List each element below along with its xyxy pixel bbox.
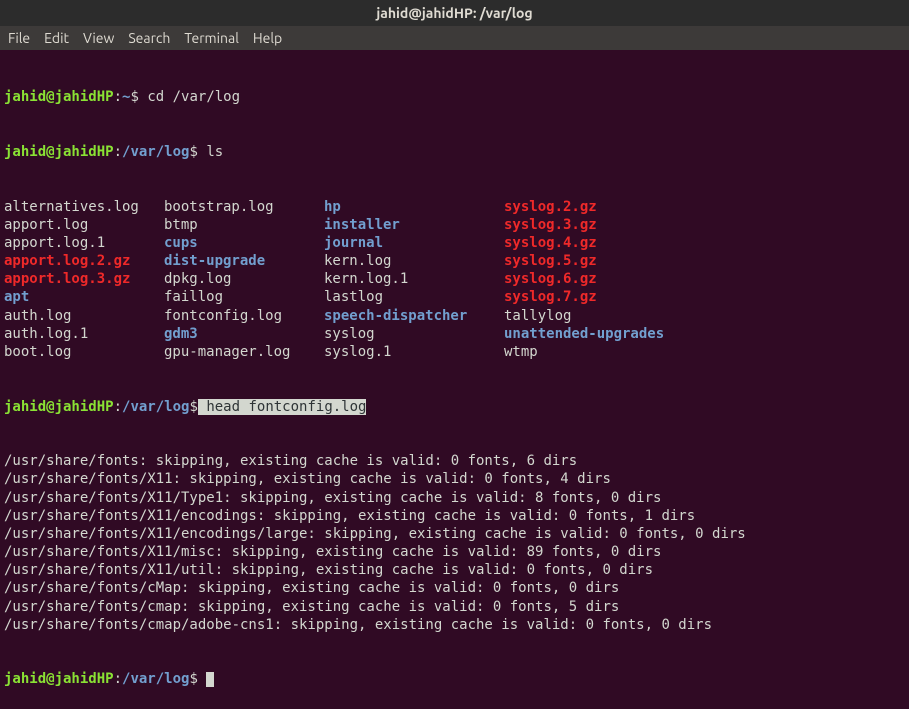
output-line: /usr/share/fonts/X11: skipping, existing… xyxy=(4,470,905,488)
ls-file: gdm3 xyxy=(164,325,324,343)
ls-file: alternatives.log xyxy=(4,198,164,216)
prompt-user-host: jahid@jahidHP xyxy=(4,144,114,160)
ls-file: syslog xyxy=(324,325,504,343)
prompt-path: /var/log xyxy=(122,144,189,160)
ls-file: bootstrap.log xyxy=(164,198,324,216)
prompt-line-ls: jahid@jahidHP:/var/log$ ls xyxy=(4,143,905,161)
command-cd: cd /var/log xyxy=(139,89,240,105)
ls-file: hp xyxy=(324,198,504,216)
prompt-line-head: jahid@jahidHP:/var/log$ head fontconfig.… xyxy=(4,398,905,416)
output-line: /usr/share/fonts: skipping, existing cac… xyxy=(4,452,905,470)
command-ls: ls xyxy=(198,144,223,160)
menu-bar: File Edit View Search Terminal Help xyxy=(0,26,909,50)
window-title: jahid@jahidHP: /var/log xyxy=(376,5,532,21)
ls-file: auth.log.1 xyxy=(4,325,164,343)
command-head: head fontconfig.log xyxy=(198,399,367,415)
menu-edit[interactable]: Edit xyxy=(44,30,69,46)
ls-file: apt xyxy=(4,288,164,306)
prompt-line-cd: jahid@jahidHP:~$ cd /var/log xyxy=(4,88,905,106)
ls-file: syslog.3.gz xyxy=(504,216,905,234)
ls-file: apport.log.3.gz xyxy=(4,270,164,288)
ls-file: kern.log xyxy=(324,252,504,270)
ls-file: tallylog xyxy=(504,307,905,325)
ls-file: syslog.4.gz xyxy=(504,234,905,252)
terminal-body[interactable]: jahid@jahidHP:~$ cd /var/log jahid@jahid… xyxy=(0,50,909,709)
menu-search[interactable]: Search xyxy=(128,30,170,46)
output-line: /usr/share/fonts/X11/misc: skipping, exi… xyxy=(4,543,905,561)
prompt-path: /var/log xyxy=(122,671,189,687)
cursor xyxy=(206,672,214,687)
ls-file: auth.log xyxy=(4,307,164,325)
output-line: /usr/share/fonts/X11/encodings: skipping… xyxy=(4,507,905,525)
output-line: /usr/share/fonts/cMap: skipping, existin… xyxy=(4,579,905,597)
prompt-path: /var/log xyxy=(122,399,189,415)
ls-file: wtmp xyxy=(504,343,905,361)
ls-file: gpu-manager.log xyxy=(164,343,324,361)
ls-file: apport.log xyxy=(4,216,164,234)
menu-file[interactable]: File xyxy=(8,30,30,46)
head-output: /usr/share/fonts: skipping, existing cac… xyxy=(4,452,905,634)
output-line: /usr/share/fonts/cmap: skipping, existin… xyxy=(4,598,905,616)
ls-file: kern.log.1 xyxy=(324,270,504,288)
prompt-user-host: jahid@jahidHP xyxy=(4,671,114,687)
ls-file: unattended-upgrades xyxy=(504,325,905,343)
ls-file: speech-dispatcher xyxy=(324,307,504,325)
menu-help[interactable]: Help xyxy=(253,30,282,46)
menu-terminal[interactable]: Terminal xyxy=(184,30,239,46)
ls-file: apport.log.2.gz xyxy=(4,252,164,270)
ls-file: syslog.1 xyxy=(324,343,504,361)
ls-file: fontconfig.log xyxy=(164,307,324,325)
ls-file: boot.log xyxy=(4,343,164,361)
ls-file: cups xyxy=(164,234,324,252)
ls-file: apport.log.1 xyxy=(4,234,164,252)
ls-file: btmp xyxy=(164,216,324,234)
window-title-bar: jahid@jahidHP: /var/log xyxy=(0,0,909,26)
prompt-user-host: jahid@jahidHP xyxy=(4,89,114,105)
ls-file: syslog.7.gz xyxy=(504,288,905,306)
output-line: /usr/share/fonts/X11/Type1: skipping, ex… xyxy=(4,489,905,507)
ls-file: installer xyxy=(324,216,504,234)
ls-file: dpkg.log xyxy=(164,270,324,288)
ls-file: lastlog xyxy=(324,288,504,306)
prompt-user-host: jahid@jahidHP xyxy=(4,399,114,415)
output-line: /usr/share/fonts/cmap/adobe-cns1: skippi… xyxy=(4,616,905,634)
ls-file: syslog.5.gz xyxy=(504,252,905,270)
ls-file: journal xyxy=(324,234,504,252)
ls-file: syslog.2.gz xyxy=(504,198,905,216)
ls-file: faillog xyxy=(164,288,324,306)
ls-file: dist-upgrade xyxy=(164,252,324,270)
prompt-line-cursor: jahid@jahidHP:/var/log$ xyxy=(4,670,905,688)
output-line: /usr/share/fonts/X11/encodings/large: sk… xyxy=(4,525,905,543)
output-line: /usr/share/fonts/X11/util: skipping, exi… xyxy=(4,561,905,579)
ls-output: alternatives.logbootstrap.loghpsyslog.2.… xyxy=(4,198,905,362)
ls-file: syslog.6.gz xyxy=(504,270,905,288)
menu-view[interactable]: View xyxy=(83,30,114,46)
